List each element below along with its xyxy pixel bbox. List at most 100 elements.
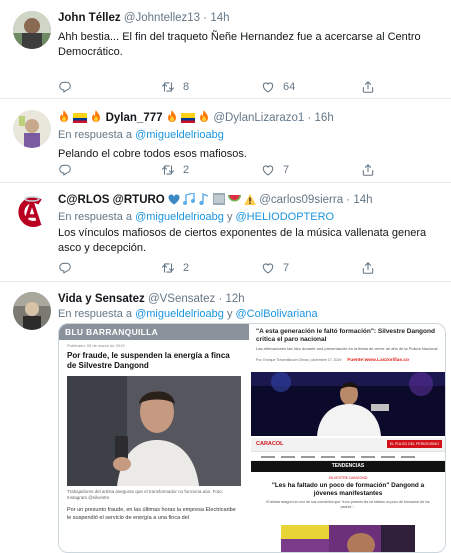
tweet-text: Los vínculos mafiosos de ciertos exponen… [58, 227, 427, 254]
tweet-text: Ahh bestia... El fin del traqueto Ñeñe H… [58, 31, 421, 58]
mention-link[interactable]: @migueldelrioabg [135, 308, 224, 320]
concert-photo-image [251, 372, 445, 436]
like-icon [262, 263, 274, 274]
reply-prefix: En respuesta a [58, 129, 132, 141]
fire-emoji-icon [198, 110, 210, 128]
reply-context: En respuesta a @migueldelrioabg [58, 128, 443, 143]
reply-prefix: En respuesta a [58, 211, 132, 223]
watermelon-icon [227, 195, 241, 210]
article-headline: Por fraude, le suspenden la energía a fi… [67, 351, 230, 370]
tweet-actions: 8 64 [58, 80, 408, 96]
article-byline: Por: Enrique Tchuentlicozh Olmos | dicie… [256, 358, 342, 362]
separator-dot: · [203, 12, 208, 24]
retweet-count: 2 [183, 262, 190, 274]
article-headline: "A esta generación le faltó formación": … [256, 328, 435, 343]
protest-photo-image [281, 525, 415, 552]
user-handle[interactable]: @carlos09sierra [259, 194, 343, 206]
tweet: John Téllez @Johntellez13 · 14h Ahh best… [0, 0, 451, 99]
music-notes-icon [183, 192, 196, 210]
like-icon [262, 165, 274, 176]
display-name[interactable]: Vida y Sensatez [58, 293, 145, 305]
reply-and: y [226, 211, 233, 223]
protest-photo [281, 525, 415, 552]
fire-emoji-icon [58, 110, 70, 128]
fire-emoji-icon [90, 110, 102, 128]
timestamp[interactable]: 14h [210, 12, 229, 24]
avatar[interactable] [13, 193, 51, 231]
share-icon [362, 262, 374, 274]
retweet-button[interactable]: 2 [161, 261, 189, 275]
article-source: Fuente:www.Las2orillas.co [347, 358, 410, 363]
like-button[interactable]: 7 [261, 163, 289, 177]
timestamp[interactable]: 16h [315, 112, 334, 124]
caracol-logo: CARACOL [256, 441, 284, 447]
retweet-icon [161, 263, 175, 273]
mention-link[interactable]: @migueldelrioabg [135, 129, 224, 141]
display-name[interactable]: Dylan_777 [106, 112, 163, 124]
share-button[interactable] [361, 261, 375, 275]
mention-link[interactable]: @HELIODOPTERO [236, 211, 335, 223]
nav-placeholder [261, 456, 415, 458]
like-count: 64 [283, 81, 296, 93]
mention-link[interactable]: @migueldelrioabg [135, 211, 224, 223]
reply-button[interactable] [58, 261, 72, 275]
timestamp[interactable]: 14h [353, 194, 372, 206]
colombia-flag-icon [73, 113, 88, 128]
media-image-right-top[interactable]: "A esta generación le faltó formación": … [251, 324, 445, 436]
like-button[interactable]: 7 [261, 261, 289, 275]
reply-button[interactable] [58, 80, 72, 94]
media-image-right-bottom[interactable]: CARACOL EL PULSO DEL PERIODISMO TENDENCI… [251, 438, 445, 552]
article-date: Publicado: 05 de marzo de 2019 [67, 343, 125, 348]
caracol-nav [251, 452, 445, 461]
reply-icon [59, 81, 71, 93]
user-handle[interactable]: @VSensatez [148, 293, 215, 305]
tweet-header: C@RLOS @RTURO @carlos09sierra · 14h [58, 192, 443, 210]
timestamp[interactable]: 12h [225, 293, 244, 305]
avatar-image [13, 11, 51, 49]
tweet-text: Pelando el cobre todos esos mafiosos. [58, 148, 247, 160]
media-image-left[interactable]: BLU BARRANQUILLA Publicado: 05 de marzo … [59, 324, 249, 552]
article-kicker: SILVESTRE DANGOND [328, 476, 368, 480]
share-icon [362, 81, 374, 93]
tweet: Vida y Sensatez @VSensatez · 12h En resp… [0, 282, 451, 553]
tweet-actions: 2 7 [58, 163, 408, 179]
separator-dot: · [346, 194, 351, 206]
avatar[interactable] [13, 11, 51, 49]
blue-heart-icon [168, 194, 180, 210]
like-count: 7 [283, 164, 290, 176]
user-handle[interactable]: @DylanLizarazo1 [213, 112, 304, 124]
retweet-button[interactable]: 2 [161, 163, 189, 177]
share-button[interactable] [361, 163, 375, 177]
tweet: Dylan_777 @DylanLizarazo1 · 16h En respu… [0, 99, 451, 183]
reply-icon [59, 164, 71, 176]
tweet-header: John Téllez @Johntellez13 · 14h [58, 11, 443, 26]
share-button[interactable] [361, 80, 375, 94]
display-name[interactable]: C@RLOS @RTURO [58, 194, 165, 206]
section-bar: TENDENCIAS [251, 461, 445, 472]
caracol-header: CARACOL EL PULSO DEL PERIODISMO [251, 438, 445, 452]
tweet: C@RLOS @RTURO @carlos09sierra · 14h En r… [0, 183, 451, 282]
retweet-button[interactable]: 8 [161, 80, 189, 94]
user-handle[interactable]: @Johntellez13 [124, 12, 200, 24]
reply-prefix: En respuesta a [58, 308, 132, 320]
colombia-flag-icon [180, 113, 195, 128]
article-subtitle: Las afirmaciones las hizo durante una pr… [256, 346, 438, 351]
reply-context: En respuesta a @migueldelrioabg y @ColBo… [58, 307, 443, 322]
display-name[interactable]: John Téllez [58, 12, 121, 24]
musical-score-icon [212, 193, 225, 210]
like-icon [262, 82, 274, 93]
retweet-icon [161, 82, 175, 92]
mention-link[interactable]: @ColBolivariana [236, 308, 318, 320]
like-button[interactable]: 64 [261, 80, 295, 94]
article-byline-row: Por: Enrique Tchuentlicozh Olmos | dicie… [251, 351, 445, 364]
avatar[interactable] [13, 110, 51, 148]
blu-header: BLU BARRANQUILLA [59, 324, 249, 340]
article-body: Por un presunto fraude, en las últimas h… [67, 507, 236, 521]
retweet-count: 2 [183, 164, 190, 176]
avatar[interactable] [13, 292, 51, 330]
retweet-count: 8 [183, 81, 190, 93]
article-headline: "Les ha faltado un poco de formación" Da… [271, 482, 425, 497]
reply-button[interactable] [58, 163, 72, 177]
tweet-media[interactable]: BLU BARRANQUILLA Publicado: 05 de marzo … [58, 323, 446, 553]
fire-emoji-icon [166, 110, 178, 128]
